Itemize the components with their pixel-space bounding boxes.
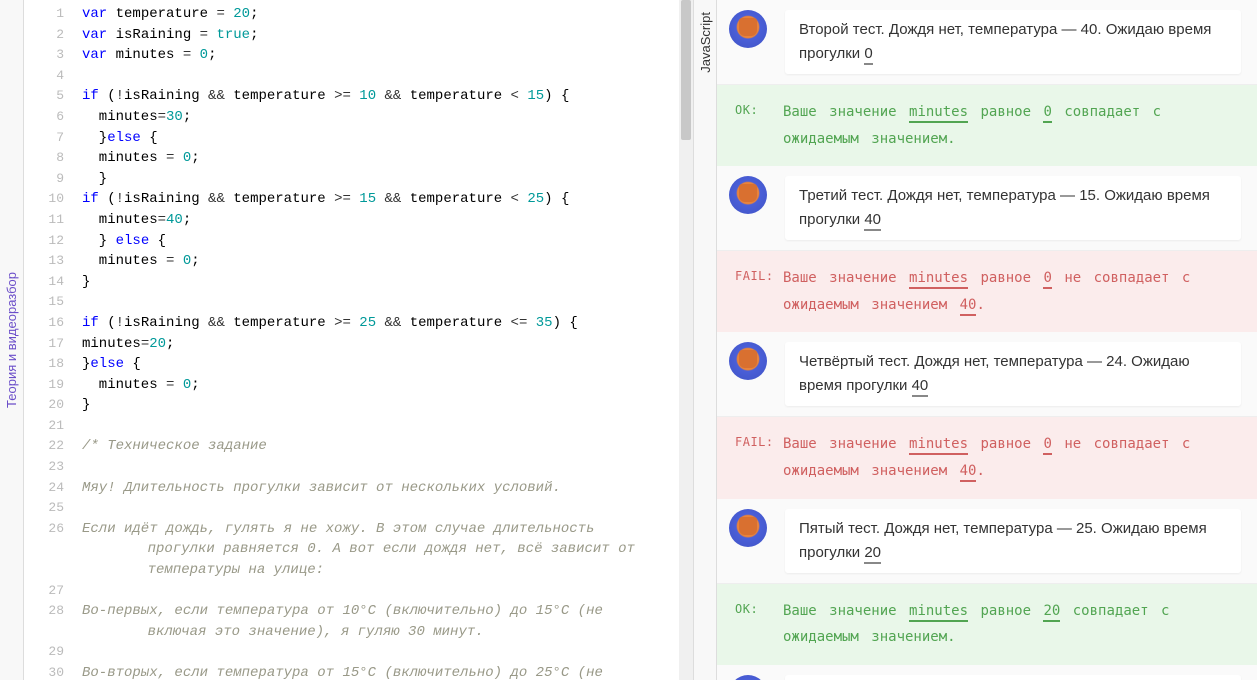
result-text: Ваше значение minutes равное 0 совпадает… [783,99,1237,152]
test-bubble: Второй тест. Дождя нет, температура — 40… [785,10,1241,74]
result-text: Ваше значение minutes равное 20 совпадае… [783,598,1237,651]
results-scroll[interactable]: Второй тест. Дождя нет, температура — 40… [717,0,1257,680]
avatar-icon [729,675,767,680]
avatar-icon [729,509,767,547]
javascript-tab[interactable]: JavaScript [693,0,717,680]
code-editor[interactable]: 1234567891011121314151617181920212223242… [24,0,693,680]
result-fail: FAIL:Ваше значение minutes равное 0 не с… [717,251,1257,332]
theory-tab[interactable]: Теория и видеоразбор [0,0,24,680]
result-text: Ваше значение minutes равное 0 не совпад… [783,431,1237,484]
result-tag: FAIL: [735,431,783,454]
test-bubble: Пятый тест. Дождя нет, температура — 25.… [785,509,1241,573]
result-fail: FAIL:Ваше значение minutes равное 0 не с… [717,417,1257,498]
scrollbar-thumb[interactable] [681,0,691,140]
test-message: Шестой тест. Идёт дождь, температура — 2… [717,665,1257,680]
avatar-icon [729,176,767,214]
javascript-tab-label: JavaScript [698,12,713,73]
theory-tab-label: Теория и видеоразбор [4,272,19,408]
avatar-icon [729,10,767,48]
test-message: Четвёртый тест. Дождя нет, температура —… [717,332,1257,417]
test-bubble: Шестой тест. Идёт дождь, температура — 2… [785,675,1241,680]
test-message: Второй тест. Дождя нет, температура — 40… [717,0,1257,85]
result-tag: OK: [735,598,783,621]
result-ok: OK:Ваше значение minutes равное 0 совпад… [717,85,1257,166]
editor-scrollbar[interactable] [679,0,693,680]
result-text: Ваше значение minutes равное 0 не совпад… [783,265,1237,318]
test-message: Третий тест. Дождя нет, температура — 15… [717,166,1257,251]
code-content[interactable]: var temperature = 20;var isRaining = tru… [74,0,679,680]
line-gutter: 1234567891011121314151617181920212223242… [24,0,74,680]
test-message: Пятый тест. Дождя нет, температура — 25.… [717,499,1257,584]
avatar-icon [729,342,767,380]
results-panel: Второй тест. Дождя нет, температура — 40… [717,0,1257,680]
test-bubble: Четвёртый тест. Дождя нет, температура —… [785,342,1241,406]
result-ok: OK:Ваше значение minutes равное 20 совпа… [717,584,1257,665]
result-tag: FAIL: [735,265,783,288]
test-bubble: Третий тест. Дождя нет, температура — 15… [785,176,1241,240]
result-tag: OK: [735,99,783,122]
